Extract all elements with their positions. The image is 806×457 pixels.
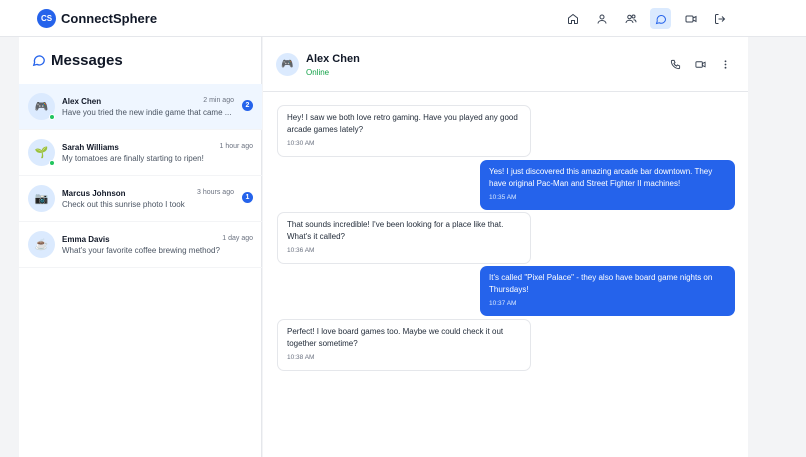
nav-profile-button[interactable] <box>591 8 612 29</box>
nav-messages-button[interactable] <box>650 8 671 29</box>
video-icon <box>694 60 706 68</box>
conversation-name: Emma Davis <box>62 235 110 244</box>
online-indicator <box>49 160 55 166</box>
message-time: 10:30 AM <box>287 140 315 147</box>
top-bar: CS ConnectSphere <box>0 0 806 37</box>
app-name[interactable]: ConnectSphere <box>61 11 157 26</box>
conversation-item-marcus-johnson[interactable]: 📷 Marcus Johnson 3 hours ago Check out t… <box>19 176 262 222</box>
video-icon <box>685 15 696 22</box>
nav-home-button[interactable] <box>562 8 583 29</box>
conversation-time: 2 min ago <box>203 97 234 104</box>
message-time: 10:35 AM <box>489 194 517 201</box>
message-text: That sounds incredible! I've been lookin… <box>287 220 504 241</box>
message-time: 10:36 AM <box>287 247 315 254</box>
conversation-name: Alex Chen <box>62 97 102 106</box>
more-vertical-icon <box>724 59 726 69</box>
message-sent: Yes! I just discovered this amazing arca… <box>480 160 735 210</box>
conversation-name: Marcus Johnson <box>62 189 126 198</box>
conversation-preview: My tomatoes are finally starting to ripe… <box>62 154 204 163</box>
contact-avatar[interactable]: 🎮 <box>276 53 299 76</box>
nav-friends-button[interactable] <box>620 8 641 29</box>
contact-name: Alex Chen <box>306 53 360 65</box>
unread-badge: 2 <box>242 100 253 111</box>
video-call-button[interactable] <box>693 57 707 71</box>
message-received: Perfect! I love board games too. Maybe w… <box>277 319 531 371</box>
conversation-preview: What's your favorite coffee brewing meth… <box>62 246 220 255</box>
chat-panel: 🎮 Alex Chen Online Hey! I saw we both lo… <box>263 37 748 457</box>
user-icon <box>597 14 606 24</box>
message-sent: It's called "Pixel Palace" - they also h… <box>480 266 735 316</box>
more-options-button[interactable] <box>718 57 732 71</box>
logo-badge[interactable]: CS <box>37 9 56 28</box>
message-time: 10:37 AM <box>489 300 517 307</box>
conversation-time: 3 hours ago <box>197 189 234 196</box>
conversation-item-emma-davis[interactable]: ☕ Emma Davis 1 day ago What's your favor… <box>19 222 262 268</box>
unread-badge: 1 <box>242 192 253 203</box>
conversation-preview: Have you tried the new indie game that c… <box>62 108 232 117</box>
message-text: Yes! I just discovered this amazing arca… <box>489 167 713 188</box>
nav-logout-button[interactable] <box>709 8 730 29</box>
users-icon <box>625 14 636 23</box>
conversation-preview: Check out this sunrise photo I took <box>62 200 185 209</box>
message-text: Hey! I saw we both love retro gaming. Ha… <box>287 113 518 134</box>
voice-call-button[interactable] <box>668 57 682 71</box>
sidebar-header: Messages <box>19 37 262 84</box>
message-text: Perfect! I love board games too. Maybe w… <box>287 327 504 348</box>
message-text: It's called "Pixel Palace" - they also h… <box>489 273 713 294</box>
conversation-time: 1 hour ago <box>219 143 253 150</box>
online-indicator <box>49 114 55 120</box>
message-received: That sounds incredible! I've been lookin… <box>277 212 531 264</box>
conversation-item-sarah-williams[interactable]: 🌱 Sarah Williams 1 hour ago My tomatoes … <box>19 130 262 176</box>
message-time: 10:38 AM <box>287 354 315 361</box>
logout-icon <box>714 13 725 24</box>
nav-video-button[interactable] <box>680 8 701 29</box>
conversation-time: 1 day ago <box>222 235 253 242</box>
conversation-item-alex-chen[interactable]: 🎮 Alex Chen 2 min ago Have you tried the… <box>19 84 262 130</box>
message-icon <box>655 14 666 24</box>
message-received: Hey! I saw we both love retro gaming. Ha… <box>277 105 531 157</box>
sidebar-title: Messages <box>51 52 123 69</box>
avatar: ☕ <box>28 231 55 258</box>
contact-status: Online <box>306 68 330 77</box>
avatar: 📷 <box>28 185 55 212</box>
chat-header: 🎮 Alex Chen Online <box>263 37 748 92</box>
home-icon <box>567 13 578 24</box>
phone-icon <box>670 59 680 69</box>
conversation-sidebar: Messages 🎮 Alex Chen 2 min ago Have you … <box>19 37 262 457</box>
conversation-name: Sarah Williams <box>62 143 119 152</box>
chat-bubble-icon <box>32 55 45 67</box>
